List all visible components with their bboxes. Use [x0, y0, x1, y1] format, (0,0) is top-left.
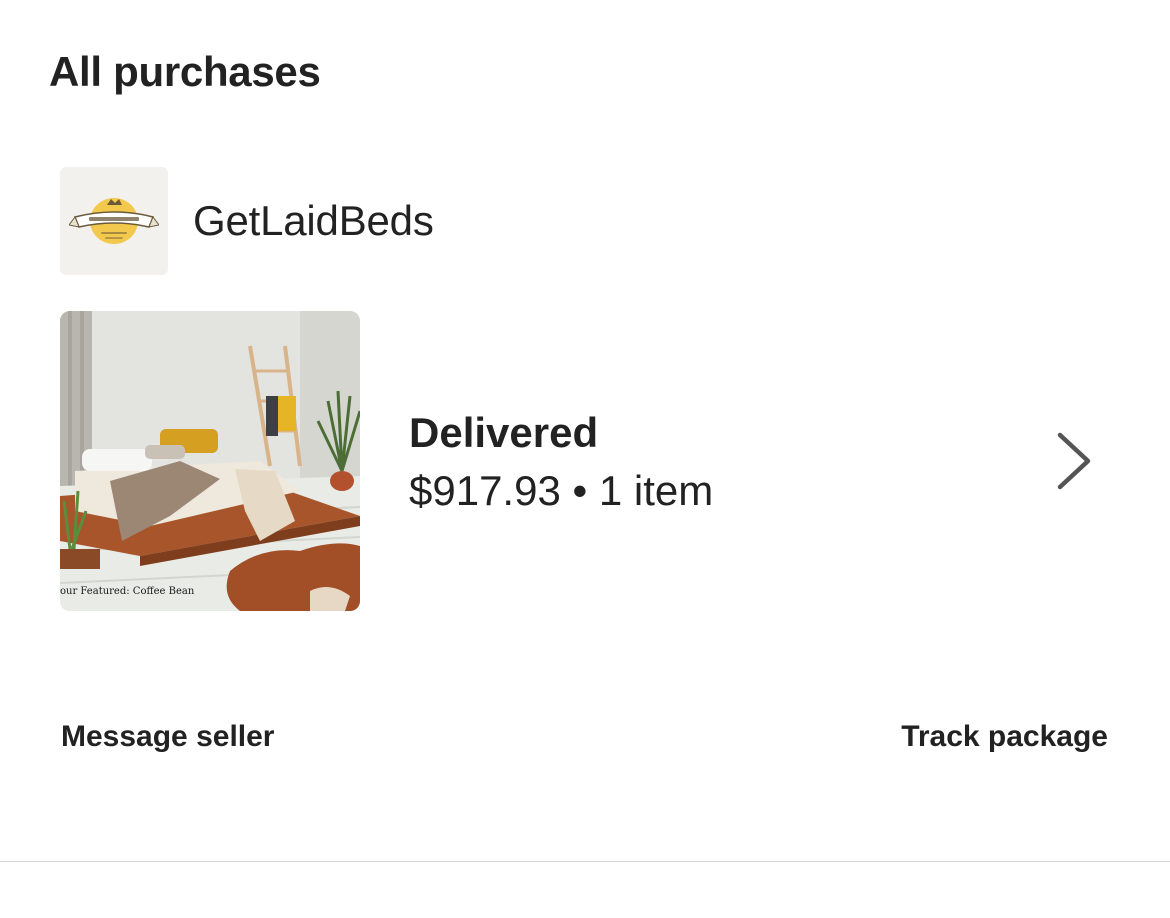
- order-summary: $917.93 • 1 item: [409, 467, 714, 514]
- shop-header[interactable]: GetLaidBeds: [60, 167, 434, 275]
- divider: [0, 861, 1170, 862]
- message-seller-button[interactable]: Message seller: [61, 718, 274, 756]
- thumbnail-caption: our Featured: Coffee Bean: [60, 586, 195, 597]
- chevron-right-icon[interactable]: [1055, 431, 1095, 491]
- track-package-button[interactable]: Track package: [901, 718, 1108, 756]
- page-title: All purchases: [49, 48, 321, 95]
- order-card[interactable]: our Featured: Coffee Bean Delivered $917…: [60, 311, 1110, 611]
- shop-logo: [60, 167, 168, 275]
- order-thumbnail[interactable]: our Featured: Coffee Bean: [60, 311, 360, 611]
- shop-name[interactable]: GetLaidBeds: [193, 197, 434, 245]
- order-status: Delivered: [409, 409, 599, 456]
